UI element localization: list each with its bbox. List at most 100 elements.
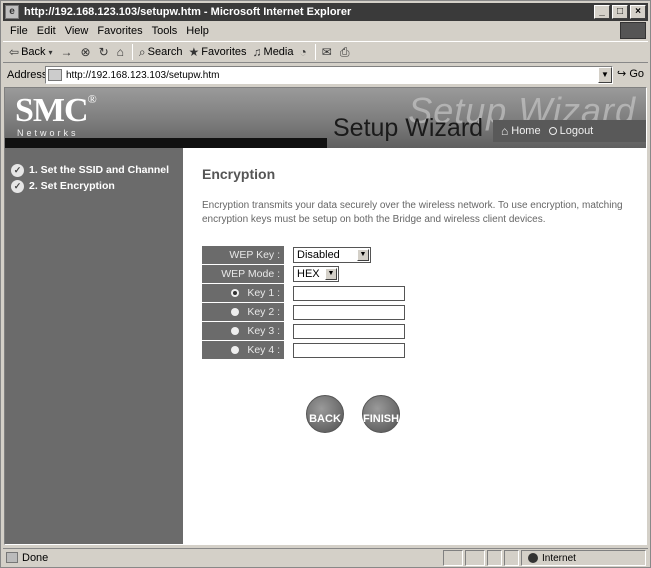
header-banner: SMC® Networks Setup Wizard Setup Wizard … bbox=[5, 88, 646, 148]
key1-label: Key 1 : bbox=[247, 287, 280, 299]
wizard-buttons: BACK FINISH bbox=[306, 395, 400, 433]
status-cell bbox=[465, 550, 485, 566]
home-button[interactable]: ⌂ bbox=[117, 45, 126, 59]
ie-icon: e bbox=[5, 5, 19, 19]
media-button[interactable]: ♫ Media bbox=[253, 45, 294, 59]
wep-mode-row: WEP Mode : HEX ▼ bbox=[202, 265, 410, 283]
address-input[interactable]: http://192.168.123.103/setupw.htm ▼ bbox=[45, 66, 613, 84]
refresh-icon: ↻ bbox=[98, 45, 109, 59]
key1-row: Key 1 : bbox=[202, 284, 410, 302]
logout-link[interactable]: Logout bbox=[548, 125, 593, 137]
toolbar: ⇦ Back ▾ → ⊗ ↻ ⌂ ⌕ Search ★ Favorites ♫ Media… bbox=[3, 41, 648, 63]
sidebar-step-ssid[interactable]: ✓ 1. Set the SSID and Channel bbox=[11, 162, 183, 178]
toolbar-separator bbox=[314, 44, 316, 60]
key2-row: Key 2 : bbox=[202, 303, 410, 321]
key3-label: Key 3 : bbox=[247, 325, 280, 337]
page-title: Encryption bbox=[202, 166, 276, 182]
close-button[interactable]: × bbox=[630, 5, 646, 19]
key3-input[interactable] bbox=[293, 323, 405, 339]
key1-input[interactable] bbox=[293, 285, 405, 301]
finish-button[interactable]: FINISH bbox=[362, 395, 400, 433]
status-bar: Done Internet bbox=[3, 548, 648, 566]
encryption-form: WEP Key : Disabled ▼ WEP Mode : HEX ▼ Ke… bbox=[202, 246, 410, 360]
key2-radio[interactable] bbox=[231, 308, 240, 316]
header-nav: ⌂ Home Logout bbox=[493, 120, 646, 142]
sidebar-step-encryption[interactable]: ✓ 2. Set Encryption bbox=[11, 178, 183, 194]
maximize-button[interactable]: □ bbox=[612, 5, 628, 19]
history-button[interactable]: ◔ bbox=[300, 45, 309, 59]
forward-button[interactable]: → bbox=[61, 45, 75, 59]
home-link[interactable]: ⌂ Home bbox=[501, 124, 541, 138]
go-button[interactable]: ↪ Go bbox=[617, 67, 644, 80]
favorites-button[interactable]: ★ Favorites bbox=[189, 45, 247, 59]
address-bar: Address http://192.168.123.103/setupw.ht… bbox=[3, 65, 648, 85]
back-arrow-icon: ⇦ bbox=[9, 45, 20, 59]
security-zone: Internet bbox=[521, 550, 646, 566]
page-status-icon bbox=[6, 552, 18, 563]
favorites-icon: ★ bbox=[188, 45, 200, 59]
menu-bar: File Edit View Favorites Tools Help bbox=[3, 22, 648, 39]
key4-radio[interactable] bbox=[231, 346, 240, 354]
chevron-down-icon: ▼ bbox=[357, 249, 369, 261]
title-bar: e http://192.168.123.103/setupw.htm - Mi… bbox=[3, 3, 648, 21]
smc-logo: SMC® bbox=[15, 92, 97, 129]
address-dropdown-button[interactable]: ▼ bbox=[598, 67, 612, 83]
menu-file[interactable]: File bbox=[10, 25, 28, 37]
key4-row: Key 4 : bbox=[202, 341, 410, 359]
wep-mode-label: WEP Mode : bbox=[202, 265, 284, 283]
menu-favorites[interactable]: Favorites bbox=[97, 25, 142, 37]
wep-key-row: WEP Key : Disabled ▼ bbox=[202, 246, 410, 264]
wep-key-select[interactable]: Disabled ▼ bbox=[293, 247, 371, 263]
stop-button[interactable]: ⊗ bbox=[81, 45, 93, 59]
address-url: http://192.168.123.103/setupw.htm bbox=[66, 69, 220, 81]
minimize-button[interactable]: _ bbox=[594, 5, 610, 19]
status-cell bbox=[443, 550, 463, 566]
key2-input[interactable] bbox=[293, 304, 405, 320]
menu-tools[interactable]: Tools bbox=[152, 25, 178, 37]
menu-edit[interactable]: Edit bbox=[37, 25, 56, 37]
globe-icon bbox=[528, 553, 538, 563]
go-arrow-icon: ↪ bbox=[617, 68, 627, 80]
key3-radio[interactable] bbox=[231, 327, 240, 335]
header-divider bbox=[5, 138, 327, 148]
print-icon: ⎙ bbox=[339, 44, 350, 59]
page-content: SMC® Networks Setup Wizard Setup Wizard … bbox=[4, 87, 647, 545]
check-circle-icon: ✓ bbox=[11, 163, 24, 177]
mail-button[interactable]: ✉ bbox=[322, 45, 334, 59]
key4-input[interactable] bbox=[293, 342, 405, 358]
sidebar: ✓ 1. Set the SSID and Channel ✓ 2. Set E… bbox=[5, 148, 183, 544]
check-circle-icon: ✓ bbox=[11, 179, 24, 193]
history-icon: ◔ bbox=[299, 45, 307, 59]
stop-icon: ⊗ bbox=[80, 45, 91, 59]
back-button[interactable]: ⇦ Back ▾ bbox=[9, 45, 55, 59]
page-description: Encryption transmits your data securely … bbox=[202, 200, 623, 225]
refresh-button[interactable]: ↻ bbox=[99, 45, 111, 59]
key1-radio[interactable] bbox=[231, 289, 240, 297]
wep-mode-select[interactable]: HEX ▼ bbox=[293, 266, 339, 282]
status-text: Done bbox=[22, 551, 49, 564]
logo-tagline: Networks bbox=[17, 128, 79, 138]
media-icon: ♫ bbox=[252, 45, 262, 59]
search-icon: ⌕ bbox=[138, 44, 146, 59]
key2-label: Key 2 : bbox=[247, 306, 280, 318]
logout-icon bbox=[548, 127, 557, 135]
sidebar-step-label: 1. Set the SSID and Channel bbox=[29, 164, 170, 176]
menu-help[interactable]: Help bbox=[186, 25, 209, 37]
header-title: Setup Wizard bbox=[333, 114, 484, 142]
chevron-down-icon: ▼ bbox=[325, 268, 337, 280]
home-icon: ⌂ bbox=[501, 124, 509, 138]
windows-logo-icon bbox=[620, 22, 646, 39]
window-title: http://192.168.123.103/setupw.htm - Micr… bbox=[24, 6, 352, 18]
print-button[interactable]: ⎙ bbox=[340, 45, 352, 60]
sidebar-step-label: 2. Set Encryption bbox=[29, 180, 115, 192]
back-button-wizard[interactable]: BACK bbox=[306, 395, 344, 433]
mail-icon: ✉ bbox=[321, 45, 332, 59]
main-panel: Encryption Encryption transmits your dat… bbox=[183, 148, 646, 544]
search-button[interactable]: ⌕ Search bbox=[139, 45, 183, 60]
page-icon bbox=[48, 69, 62, 81]
wep-key-label: WEP Key : bbox=[202, 246, 284, 264]
menu-view[interactable]: View bbox=[65, 25, 89, 37]
forward-arrow-icon: → bbox=[60, 45, 73, 59]
home-icon: ⌂ bbox=[116, 45, 124, 59]
browser-window: e http://192.168.123.103/setupw.htm - Mi… bbox=[0, 0, 651, 568]
